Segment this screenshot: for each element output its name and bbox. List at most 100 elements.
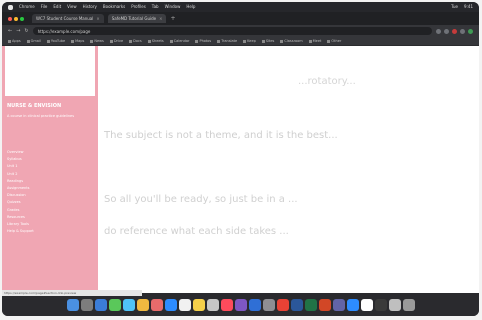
maps-icon[interactable]	[136, 298, 149, 311]
music-icon[interactable]	[220, 298, 233, 311]
extension-icon[interactable]	[452, 28, 457, 34]
folder-icon	[147, 39, 151, 43]
chrome-icon[interactable]	[276, 298, 289, 311]
powerpoint-icon[interactable]	[318, 298, 331, 311]
bookmark-item[interactable]: Docs	[129, 39, 142, 43]
new-tab-icon[interactable]: +	[170, 15, 175, 22]
sidebar-link[interactable]: Syllabus	[7, 156, 93, 163]
menu-item[interactable]: Bookmarks	[103, 2, 125, 12]
excel-icon[interactable]	[304, 298, 317, 311]
folder-icon	[327, 39, 331, 43]
bookmark-item[interactable]: Meet	[308, 39, 321, 43]
menu-item[interactable]: Profiles	[131, 2, 146, 12]
mail-icon[interactable]	[122, 298, 135, 311]
folder-icon	[71, 39, 75, 43]
bookmark-item[interactable]: Sites	[261, 39, 274, 43]
menu-item[interactable]: Window	[165, 2, 181, 12]
sidebar-link[interactable]: Overview	[7, 149, 93, 156]
bookmark-item[interactable]: Translate	[217, 39, 237, 43]
trash-icon[interactable]	[402, 298, 415, 311]
bookmark-item[interactable]: Maps	[71, 39, 84, 43]
bookmark-item[interactable]: Drive	[109, 39, 123, 43]
bookmark-item[interactable]: Photos	[195, 39, 211, 43]
toolbar: ← → ↻ https://example.com/page	[2, 25, 479, 37]
zoom-window-icon[interactable]	[20, 16, 24, 21]
bookmark-item[interactable]: Gmail	[26, 39, 41, 43]
bookmark-item[interactable]: Other	[327, 39, 341, 43]
folder-icon	[26, 39, 30, 43]
menu-item[interactable]: Chrome	[19, 2, 35, 12]
sidebar-link[interactable]: Grades	[7, 207, 93, 214]
preview-icon[interactable]	[360, 298, 373, 311]
teams-icon[interactable]	[332, 298, 345, 311]
sidebar-link[interactable]: Library Tools	[7, 221, 93, 228]
launchpad-icon[interactable]	[80, 298, 93, 311]
app-store-icon[interactable]	[248, 298, 261, 311]
downloads-icon[interactable]	[388, 298, 401, 311]
menu-item[interactable]: Edit	[53, 2, 61, 12]
zoom-icon[interactable]	[346, 298, 359, 311]
folder-icon	[280, 39, 284, 43]
facetime-icon[interactable]	[164, 298, 177, 311]
reminders-icon[interactable]	[206, 298, 219, 311]
podcasts-icon[interactable]	[234, 298, 247, 311]
close-tab-icon[interactable]: ×	[96, 16, 99, 21]
dock-icons	[66, 298, 415, 311]
window-controls	[8, 16, 24, 21]
sidebar-link[interactable]: Unit 1	[7, 163, 93, 170]
back-icon[interactable]: ←	[8, 28, 12, 34]
reload-icon[interactable]: ↻	[24, 28, 28, 34]
main-text-line: So all you'll be ready, so just be in a …	[104, 194, 298, 205]
sidebar-link[interactable]: Unit 2	[7, 171, 93, 178]
bookmark-item[interactable]: Sheets	[147, 39, 164, 43]
bookmark-item[interactable]: Classroom	[280, 39, 303, 43]
menu-item[interactable]: File	[41, 2, 48, 12]
finder-icon[interactable]	[66, 298, 79, 311]
folder-icon	[243, 39, 247, 43]
menu-item[interactable]: Help	[186, 2, 195, 12]
bookmark-item[interactable]: Keep	[243, 39, 256, 43]
notes-icon[interactable]	[192, 298, 205, 311]
sidebar-link[interactable]: Readings	[7, 178, 93, 185]
terminal-icon[interactable]	[374, 298, 387, 311]
close-tab-icon[interactable]: ×	[159, 16, 162, 21]
sidebar: NURSE & ENVISION A course in clinical pr…	[2, 46, 98, 293]
menu-item[interactable]: View	[67, 2, 77, 12]
tab-1[interactable]: WC7 Student Course Manual ×	[32, 14, 104, 23]
bookmark-item[interactable]: YouTube	[46, 39, 65, 43]
sidebar-link[interactable]: Assignments	[7, 185, 93, 192]
sidebar-link[interactable]: Resources	[7, 214, 93, 221]
forward-icon[interactable]: →	[16, 28, 20, 34]
folder-icon	[90, 39, 94, 43]
bookmark-item[interactable]: Calendar	[169, 39, 189, 43]
address-bar-url: https://example.com/page	[37, 28, 91, 34]
tab-2[interactable]: SafeMD Tutorial Guide ×	[107, 14, 167, 23]
sidebar-link[interactable]: Quizzes	[7, 199, 93, 206]
extension-icon[interactable]	[436, 28, 441, 34]
bookmark-item[interactable]: Apps	[8, 39, 21, 43]
browser-window: Chrome File Edit View History Bookmarks …	[2, 2, 479, 316]
menubar-clock: 9:41	[464, 4, 473, 9]
address-bar[interactable]: https://example.com/page	[32, 27, 432, 35]
apple-icon[interactable]	[8, 4, 13, 10]
calendar-icon[interactable]	[178, 298, 191, 311]
close-window-icon[interactable]	[8, 16, 12, 21]
profile-icon[interactable]	[468, 28, 473, 34]
extension-icon[interactable]	[460, 28, 465, 34]
folder-icon	[46, 39, 50, 43]
word-icon[interactable]	[290, 298, 303, 311]
settings-icon[interactable]	[262, 298, 275, 311]
sidebar-link[interactable]: Discussion	[7, 192, 93, 199]
extension-icon[interactable]	[444, 28, 449, 34]
minimize-window-icon[interactable]	[14, 16, 18, 21]
menu-item[interactable]: Tab	[152, 2, 159, 12]
photos-icon[interactable]	[150, 298, 163, 311]
main-content: ...rotatory... The subject is not a them…	[98, 46, 479, 293]
sidebar-nav: Overview Syllabus Unit 1 Unit 2 Readings…	[7, 149, 93, 235]
menu-item[interactable]: History	[83, 2, 97, 12]
bookmark-item[interactable]: News	[90, 39, 104, 43]
sidebar-link[interactable]: Help & Support	[7, 228, 93, 235]
safari-icon[interactable]	[94, 298, 107, 311]
messages-icon[interactable]	[108, 298, 121, 311]
tab-label: SafeMD Tutorial Guide	[111, 16, 157, 21]
